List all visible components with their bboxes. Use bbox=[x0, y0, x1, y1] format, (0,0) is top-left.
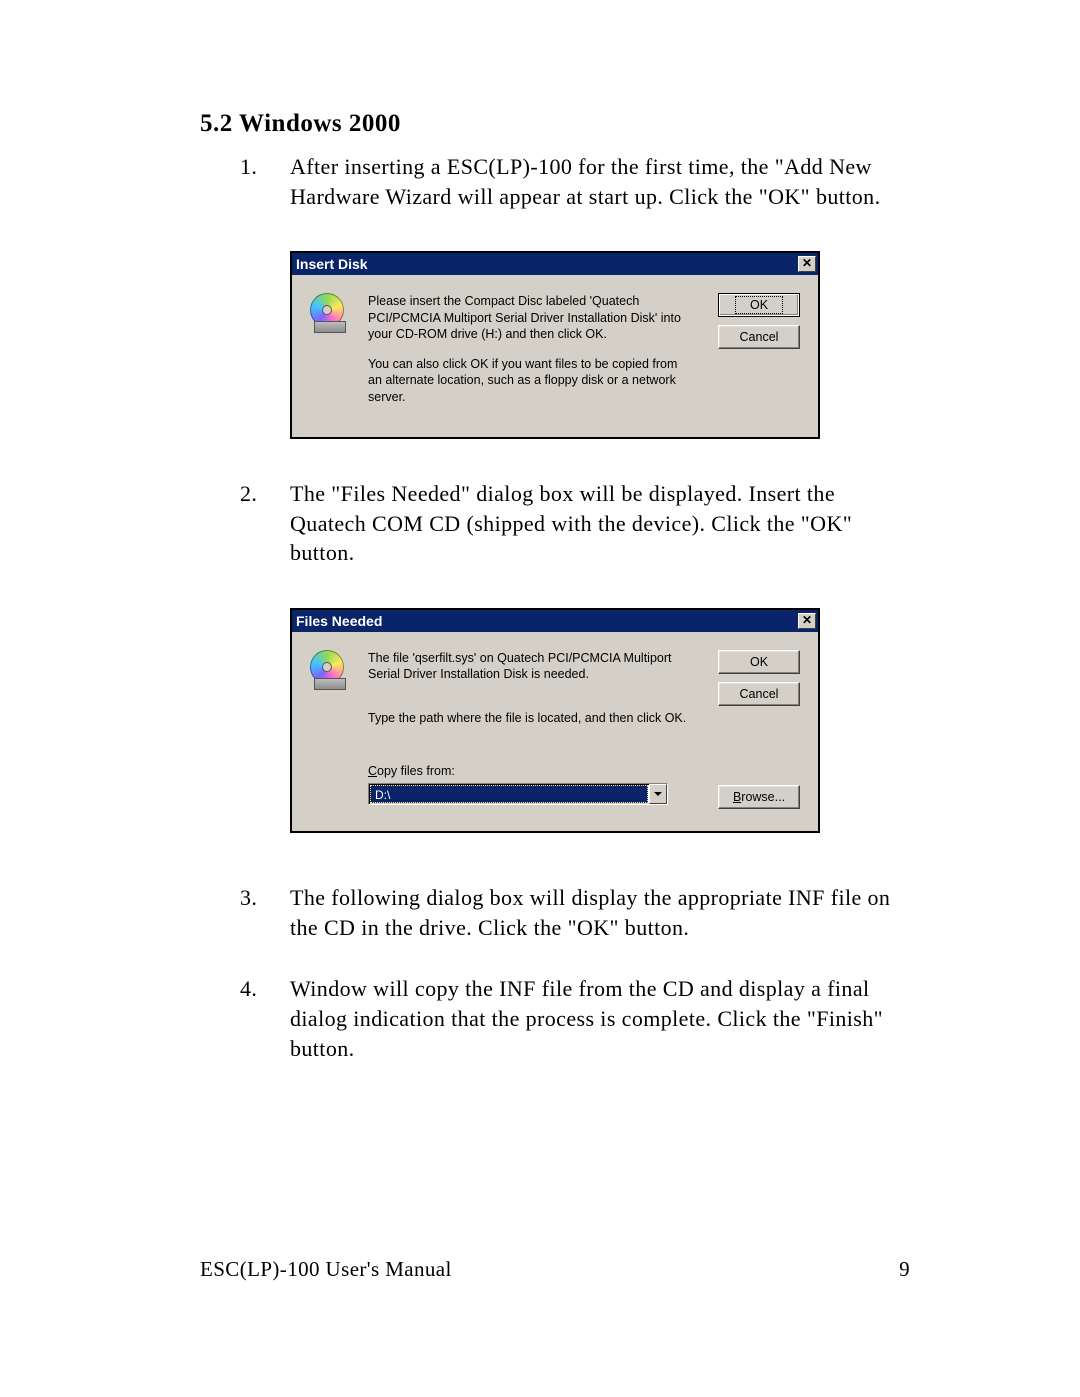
list-number: 3. bbox=[240, 883, 290, 942]
dialog-paragraph: Please insert the Compact Disc labeled '… bbox=[368, 293, 690, 342]
list-number: 1. bbox=[240, 152, 290, 211]
ok-button[interactable]: OK bbox=[718, 650, 800, 674]
list-number: 2. bbox=[240, 479, 290, 568]
copy-files-from-combobox[interactable]: D:\ bbox=[368, 783, 668, 805]
list-text: Window will copy the INF file from the C… bbox=[290, 974, 910, 1063]
combobox-value: D:\ bbox=[370, 785, 648, 803]
cancel-button[interactable]: Cancel bbox=[718, 325, 800, 349]
ok-button[interactable]: OK bbox=[718, 293, 800, 317]
cd-disc-icon bbox=[310, 293, 346, 333]
section-heading: 5.2 Windows 2000 bbox=[200, 110, 910, 138]
titlebar: Insert Disk ✕ bbox=[292, 253, 818, 275]
dialog-paragraph: The file 'qserfilt.sys' on Quatech PCI/P… bbox=[368, 650, 690, 683]
dialog-paragraph: Type the path where the file is located,… bbox=[368, 710, 690, 726]
list-item: 1. After inserting a ESC(LP)-100 for the… bbox=[240, 152, 910, 211]
copy-files-from-label: Copy files from: bbox=[368, 763, 690, 779]
list-text: The "Files Needed" dialog box will be di… bbox=[290, 479, 910, 568]
list-text: After inserting a ESC(LP)-100 for the fi… bbox=[290, 152, 910, 211]
footer-page-number: 9 bbox=[899, 1257, 910, 1282]
instruction-list: 1. After inserting a ESC(LP)-100 for the… bbox=[200, 152, 910, 211]
list-item: 2. The "Files Needed" dialog box will be… bbox=[240, 479, 910, 568]
footer-manual-title: ESC(LP)-100 User's Manual bbox=[200, 1257, 452, 1282]
titlebar: Files Needed ✕ bbox=[292, 610, 818, 632]
button-column: OK Cancel bbox=[718, 650, 800, 706]
files-needed-dialog: Files Needed ✕ The file 'qserfilt.sys' o… bbox=[290, 608, 820, 833]
list-item: 3. The following dialog box will display… bbox=[240, 883, 910, 942]
dialog-title: Insert Disk bbox=[296, 256, 368, 272]
page-footer: ESC(LP)-100 User's Manual 9 bbox=[200, 1257, 910, 1282]
dialog-title: Files Needed bbox=[296, 613, 382, 629]
instruction-list: 3. The following dialog box will display… bbox=[200, 883, 910, 1063]
cancel-button[interactable]: Cancel bbox=[718, 682, 800, 706]
close-icon[interactable]: ✕ bbox=[798, 613, 816, 629]
list-number: 4. bbox=[240, 974, 290, 1063]
chevron-down-icon[interactable] bbox=[649, 784, 667, 804]
insert-disk-dialog: Insert Disk ✕ Please insert the Compact … bbox=[290, 251, 820, 439]
cd-disc-icon bbox=[310, 650, 346, 690]
button-column: OK Cancel bbox=[718, 293, 800, 349]
browse-button[interactable]: Browse... bbox=[718, 785, 800, 809]
close-icon[interactable]: ✕ bbox=[798, 256, 816, 272]
dialog-body: Please insert the Compact Disc labeled '… bbox=[292, 275, 818, 437]
dialog-paragraph: You can also click OK if you want files … bbox=[368, 356, 690, 405]
list-text: The following dialog box will display th… bbox=[290, 883, 910, 942]
list-item: 4. Window will copy the INF file from th… bbox=[240, 974, 910, 1063]
dialog-body: The file 'qserfilt.sys' on Quatech PCI/P… bbox=[292, 632, 818, 831]
instruction-list: 2. The "Files Needed" dialog box will be… bbox=[200, 479, 910, 568]
